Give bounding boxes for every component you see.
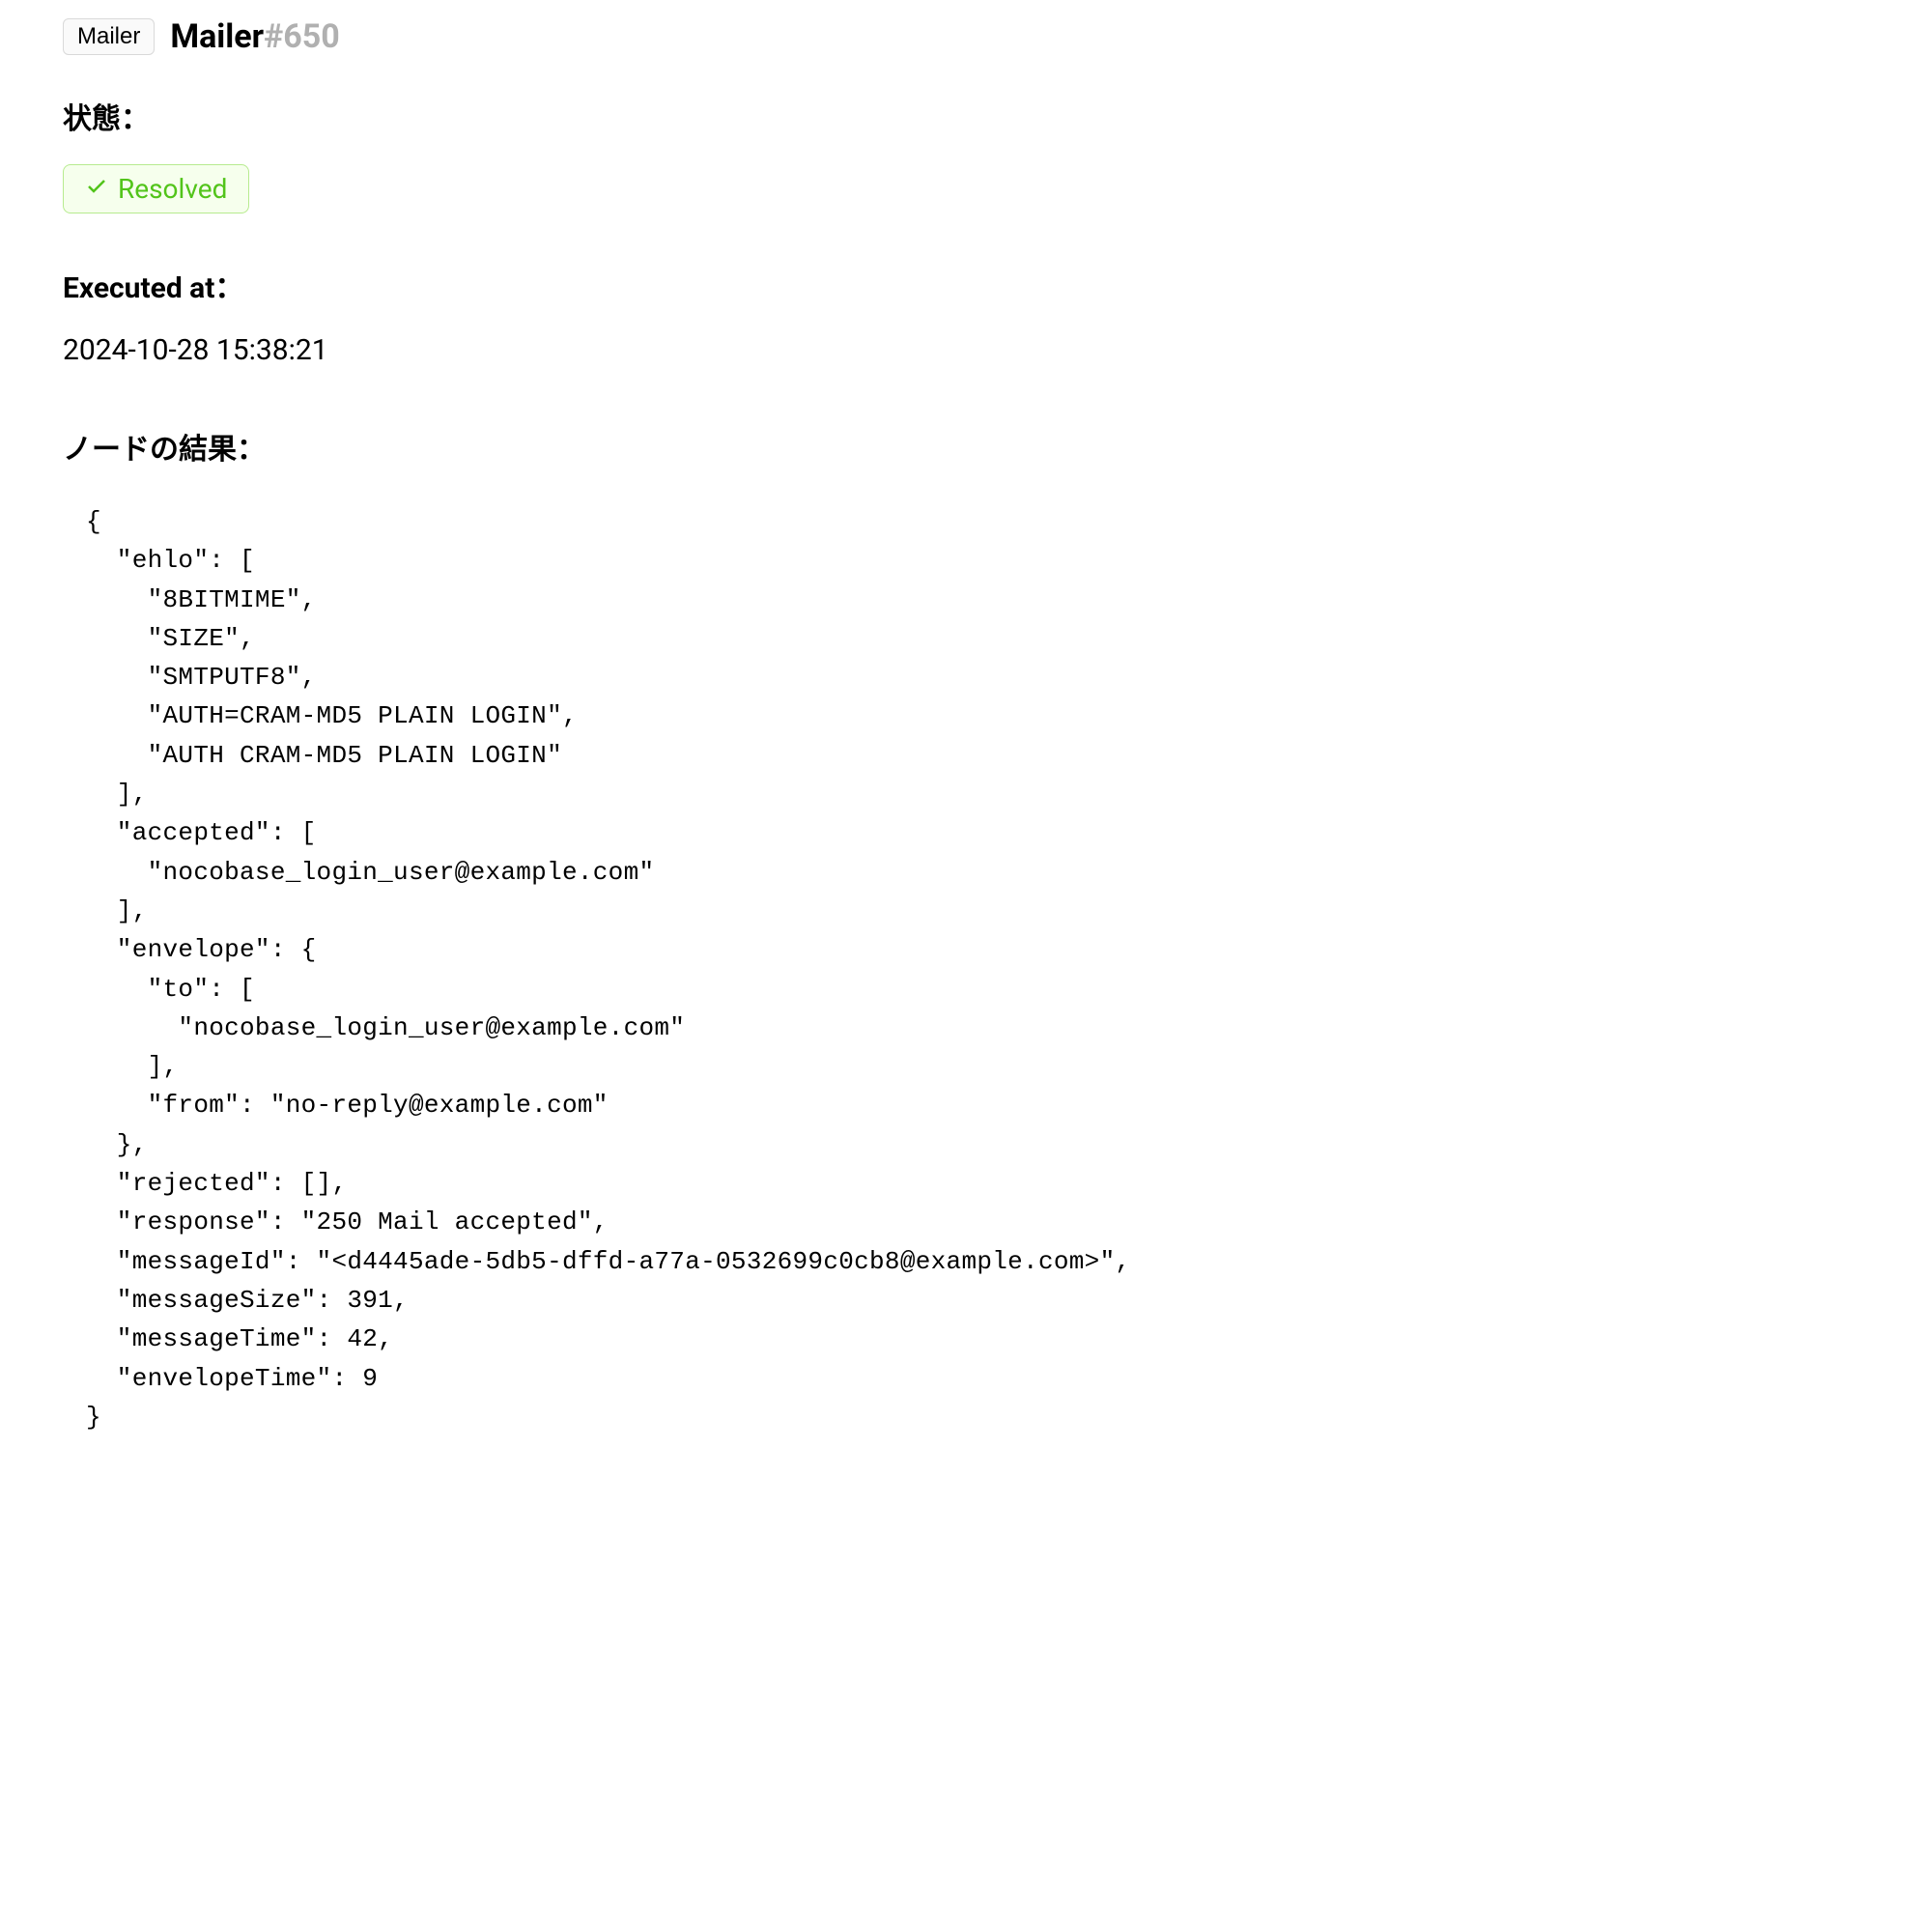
page-title-id: #650 — [264, 17, 340, 56]
header-row: Mailer Mailer #650 — [63, 17, 1864, 56]
title-group: Mailer #650 — [170, 17, 339, 56]
node-result-label: ノードの結果： — [63, 425, 1864, 468]
page-title: Mailer — [170, 17, 264, 56]
status-label: 状態： — [63, 95, 1864, 137]
check-icon — [85, 173, 108, 205]
node-result-json: { "ehlo": [ "8BITMIME", "SIZE", "SMTPUTF… — [63, 502, 1864, 1436]
executed-at-label: Executed at： — [63, 264, 1864, 306]
mailer-tag-button[interactable]: Mailer — [63, 18, 155, 55]
executed-at-value: 2024-10-28 15:38:21 — [63, 333, 1864, 367]
status-badge: Resolved — [63, 164, 249, 213]
status-value: Resolved — [118, 173, 227, 205]
